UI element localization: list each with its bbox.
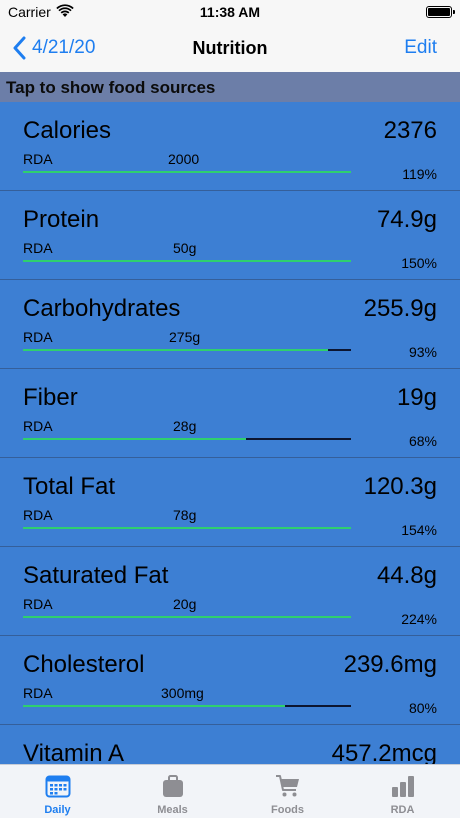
tab-label: Meals	[157, 804, 188, 816]
battery-icon	[426, 6, 455, 18]
tab-label: Daily	[44, 804, 71, 816]
percent-label: 68%	[408, 433, 437, 449]
cart-icon	[275, 775, 299, 797]
tab-foods[interactable]: Foods	[230, 765, 345, 818]
progress-bar	[23, 260, 351, 262]
progress-bar	[23, 171, 351, 173]
percent-label: 93%	[408, 344, 437, 360]
food-sources-header[interactable]: Tap to show food sources	[0, 72, 460, 102]
nutrient-row-fiber[interactable]: Fiber 19g RDA 28g 68%	[0, 369, 460, 458]
progress-fill	[23, 438, 247, 440]
navigation-bar: 4/21/20 Nutrition Edit	[0, 26, 460, 72]
rda-value: 2000	[168, 151, 200, 167]
tab-bar: Daily Meals Foods RDA	[0, 764, 460, 818]
nutrient-amount: 239.6mg	[343, 651, 437, 678]
nutrient-name: Saturated Fat	[23, 562, 169, 589]
rda-value: 20g	[173, 596, 197, 612]
bar-chart-icon	[391, 776, 414, 797]
page-title: Nutrition	[192, 38, 268, 58]
nutrient-amount: 457.2mcg	[331, 740, 437, 764]
nutrient-amount: 120.3g	[363, 473, 437, 500]
nutrient-name: Carbohydrates	[23, 295, 181, 322]
rda-value: 300mg	[161, 685, 204, 701]
status-time: 11:38 AM	[199, 4, 261, 20]
tab-label: RDA	[390, 804, 415, 816]
nutrient-row-saturated-fat[interactable]: Saturated Fat 44.8g RDA 20g 224%	[0, 547, 460, 636]
rda-label: RDA	[23, 507, 53, 523]
bag-icon	[162, 775, 183, 797]
nutrient-name: Cholesterol	[23, 651, 145, 678]
nutrient-name: Vitamin A	[23, 740, 124, 764]
nutrient-name: Fiber	[23, 384, 78, 411]
progress-fill	[23, 616, 351, 618]
rda-value: 28g	[173, 418, 197, 434]
tab-daily[interactable]: Daily	[0, 765, 115, 818]
rda-label: RDA	[23, 240, 53, 256]
tab-meals[interactable]: Meals	[115, 765, 230, 818]
edit-button[interactable]: Edit	[404, 37, 437, 59]
progress-fill	[23, 527, 351, 529]
percent-label: 80%	[408, 700, 437, 716]
nutrient-name: Total Fat	[23, 473, 116, 500]
nutrient-amount: 74.9g	[376, 206, 437, 233]
rda-label: RDA	[23, 329, 53, 345]
progress-fill	[23, 171, 351, 173]
calendar-icon	[45, 775, 70, 798]
nutrient-amount: 44.8g	[376, 562, 437, 589]
nutrient-amount: 19g	[396, 384, 437, 411]
percent-label: 154%	[401, 522, 437, 538]
progress-bar	[23, 438, 351, 440]
percent-label: 150%	[401, 255, 437, 271]
status-bar: Carrier 11:38 AM	[0, 0, 460, 26]
tab-rda[interactable]: RDA	[345, 765, 460, 818]
progress-fill	[23, 705, 286, 707]
nutrient-row-calories[interactable]: Calories 2376 RDA 2000 119%	[0, 102, 460, 191]
nutrient-list[interactable]: Calories 2376 RDA 2000 119% Protein 74.9…	[0, 102, 460, 764]
progress-fill	[23, 349, 329, 351]
nutrient-amount: 2376	[383, 117, 437, 144]
nutrient-row-carbohydrates[interactable]: Carbohydrates 255.9g RDA 275g 93%	[0, 280, 460, 369]
rda-label: RDA	[23, 418, 53, 434]
progress-fill	[23, 260, 351, 262]
nutrient-name: Calories	[23, 117, 112, 144]
percent-label: 224%	[401, 611, 437, 627]
nutrient-name: Protein	[23, 206, 100, 233]
nutrient-row-total-fat[interactable]: Total Fat 120.3g RDA 78g 154%	[0, 458, 460, 547]
progress-bar	[23, 527, 351, 529]
nutrient-row-cholesterol[interactable]: Cholesterol 239.6mg RDA 300mg 80%	[0, 636, 460, 725]
rda-label: RDA	[23, 685, 53, 701]
progress-bar	[23, 705, 351, 707]
rda-label: RDA	[23, 151, 53, 167]
rda-value: 50g	[173, 240, 197, 256]
percent-label: 119%	[402, 166, 437, 182]
progress-bar	[23, 349, 351, 351]
rda-value: 275g	[169, 329, 201, 345]
rda-label: RDA	[23, 596, 53, 612]
progress-bar	[23, 616, 351, 618]
nutrient-amount: 255.9g	[363, 295, 437, 322]
tab-label: Foods	[271, 804, 304, 816]
nutrient-row-protein[interactable]: Protein 74.9g RDA 50g 150%	[0, 191, 460, 280]
rda-value: 78g	[173, 507, 197, 523]
nutrient-row-vitamin-a[interactable]: Vitamin A 457.2mcg	[0, 725, 460, 764]
